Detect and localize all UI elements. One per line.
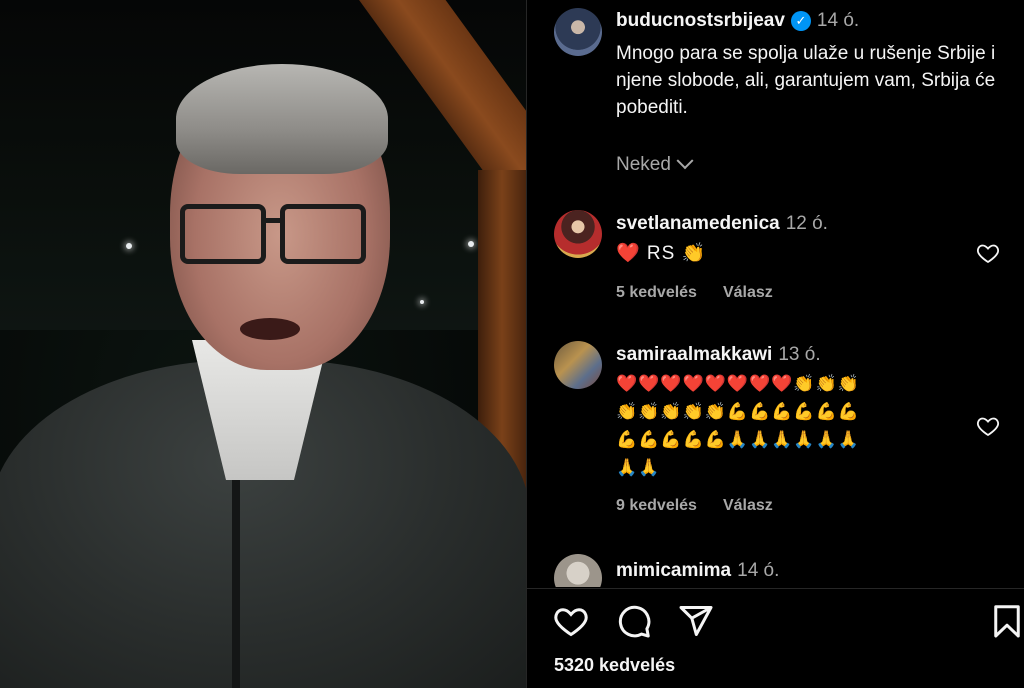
see-translation-button[interactable]: Neked bbox=[616, 152, 694, 176]
comment-meta: 9 kedvelés Válasz bbox=[616, 497, 773, 515]
comment-reply-button[interactable]: Válasz bbox=[723, 284, 773, 302]
person-hair bbox=[176, 64, 388, 174]
comment-time[interactable]: 14 ó. bbox=[737, 560, 779, 581]
verified-badge-icon: ✓ bbox=[790, 11, 811, 31]
see-translation-label: Neked bbox=[616, 154, 671, 175]
person-zipper bbox=[232, 480, 240, 688]
comment-like-heart-icon[interactable] bbox=[976, 414, 1000, 438]
comment-text: ❤️❤️❤️❤️❤️❤️❤️❤️👏👏👏 👏👏👏👏👏💪💪💪💪💪💪 💪💪💪💪💪🙏🙏🙏… bbox=[616, 370, 956, 482]
comment-username[interactable]: svetlanamedenica bbox=[616, 213, 780, 234]
comment-likes[interactable]: 9 kedvelés bbox=[616, 497, 697, 515]
post-author-line: buducnostsrbijeav ✓ 14 ó. bbox=[616, 10, 859, 32]
comment-text-line: ❤️❤️❤️❤️❤️❤️❤️❤️👏👏👏 bbox=[616, 374, 860, 393]
post-author-username[interactable]: buducnostsrbijeav bbox=[616, 10, 785, 31]
author-avatar[interactable] bbox=[554, 8, 602, 56]
comment-avatar[interactable] bbox=[554, 554, 602, 587]
post-details-panel: buducnostsrbijeav ✓ 14 ó. Mnogo para se sp… bbox=[526, 0, 1024, 688]
post-likes-count[interactable]: 5320 kedvelés bbox=[554, 655, 675, 676]
comment-username[interactable]: mimicamima bbox=[616, 560, 731, 581]
person-glasses bbox=[180, 204, 370, 268]
bookmark-icon[interactable] bbox=[989, 603, 1024, 639]
comment-like-heart-icon[interactable] bbox=[976, 241, 1000, 265]
person-mouth bbox=[240, 318, 300, 340]
comment-text-line: 💪💪💪💪💪🙏🙏🙏🙏🙏🙏 bbox=[616, 430, 860, 449]
post-action-bar: 5320 kedvelés bbox=[527, 588, 1024, 688]
heart-icon[interactable] bbox=[553, 603, 589, 639]
comment-header: mimicamima 14 ó. bbox=[616, 560, 779, 582]
comment-time[interactable]: 13 ó. bbox=[778, 344, 820, 365]
comment-text-line: 🙏🙏 bbox=[616, 458, 661, 477]
comment-reply-button[interactable]: Válasz bbox=[723, 497, 773, 515]
street-lamp bbox=[468, 241, 474, 247]
comment-icon[interactable] bbox=[616, 603, 652, 639]
video-player[interactable] bbox=[0, 0, 526, 688]
chevron-down-icon bbox=[676, 152, 694, 170]
street-lamp bbox=[420, 300, 424, 304]
comment-header: svetlanamedenica 12 ó. bbox=[616, 213, 828, 235]
comment-time[interactable]: 12 ó. bbox=[786, 213, 828, 234]
street-lamp bbox=[126, 243, 132, 249]
comment-text: ❤️ RS 👏 bbox=[616, 243, 707, 264]
comment-text-line: 👏👏👏👏👏💪💪💪💪💪💪 bbox=[616, 402, 860, 421]
comment-avatar[interactable] bbox=[554, 210, 602, 258]
post-time[interactable]: 14 ó. bbox=[817, 10, 859, 31]
send-icon[interactable] bbox=[678, 603, 714, 639]
video-frame bbox=[0, 0, 526, 688]
comment-username[interactable]: samiraalmakkawi bbox=[616, 344, 772, 365]
comment-clip: mimicamima 14 ó. bbox=[527, 550, 1024, 587]
comment-header: samiraalmakkawi 13 ó. bbox=[616, 344, 821, 366]
comment-likes[interactable]: 5 kedvelés bbox=[616, 284, 697, 302]
comment-avatar[interactable] bbox=[554, 341, 602, 389]
comment-meta: 5 kedvelés Válasz bbox=[616, 284, 773, 302]
post-caption: Mnogo para se spolja ulaže u rušenje Srb… bbox=[616, 43, 996, 118]
